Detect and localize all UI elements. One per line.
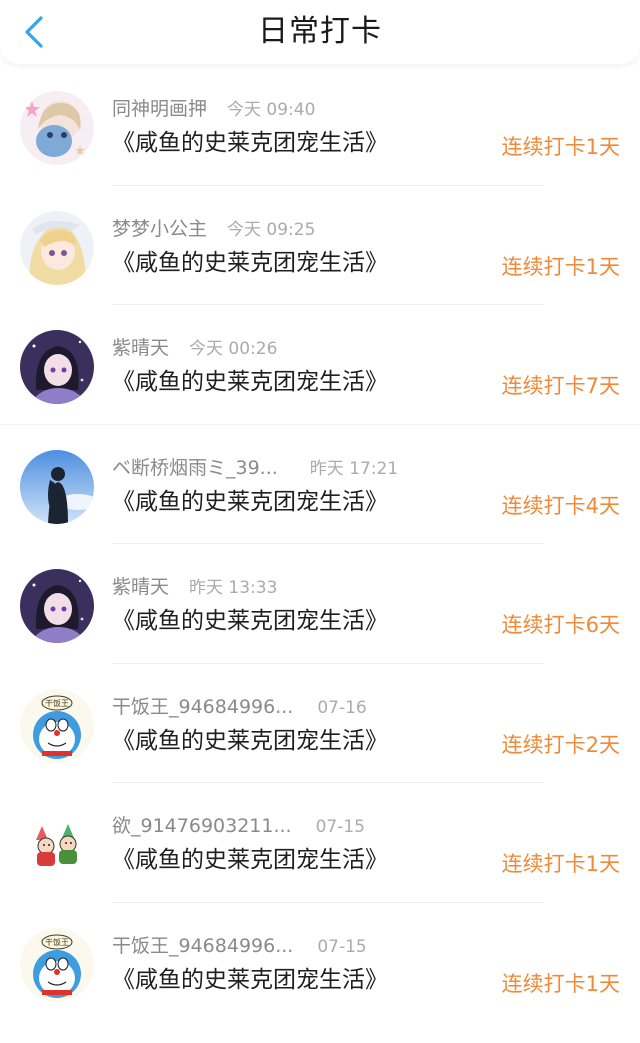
entry-meta: 梦梦小公主 今天 09:25 (112, 214, 315, 240)
user-name[interactable]: 紫晴天 (112, 333, 169, 360)
book-title[interactable]: 《咸鱼的史莱克团宠生活》 (112, 724, 388, 758)
entry-meta: 干饭王_94684996... 07-15 (112, 931, 367, 957)
svg-text:干饭王: 干饭王 (45, 698, 69, 708)
book-title[interactable]: 《咸鱼的史莱克团宠生活》 (112, 246, 388, 280)
checkin-time: 今天 09:25 (227, 219, 316, 240)
two-kids-cartoon-avatar[interactable] (20, 808, 94, 882)
anime-girl-stars-avatar[interactable] (20, 91, 94, 165)
blonde-anime-girl-avatar[interactable] (20, 210, 94, 285)
list-item[interactable]: 同神明画押 今天 09:40 《咸鱼的史莱克团宠生活》 连续打卡1天 (0, 66, 640, 186)
user-name[interactable]: ベ断桥烟雨ミ_39... (112, 453, 278, 480)
user-name[interactable]: 干饭王_94684996... (112, 692, 293, 719)
book-title[interactable]: 《咸鱼的史莱克团宠生活》 (112, 365, 388, 399)
streak-label: 连续打卡6天 (501, 613, 620, 637)
user-name[interactable]: 同神明画押 (112, 94, 207, 121)
entry-meta: ベ断桥烟雨ミ_39... 昨天 17:21 (112, 453, 398, 479)
checkin-list: 同神明画押 今天 09:40 《咸鱼的史莱克团宠生活》 连续打卡1天 梦梦小公主… (0, 66, 640, 1043)
entry-meta: 同神明画押 今天 09:40 (112, 94, 315, 120)
entry-meta: 干饭王_94684996... 07-16 (112, 692, 367, 718)
streak-label: 连续打卡1天 (501, 135, 620, 159)
book-title[interactable]: 《咸鱼的史莱克团宠生活》 (112, 126, 388, 160)
purple-anime-girl-avatar[interactable] (20, 330, 94, 404)
user-name[interactable]: 欲_91476903211... (112, 811, 292, 838)
top-nav-bar: 日常打卡 (0, 0, 640, 64)
entry-meta: 紫晴天 昨天 13:33 (112, 572, 277, 598)
streak-label: 连续打卡1天 (501, 852, 620, 876)
checkin-time: 昨天 17:21 (309, 458, 399, 479)
page-title: 日常打卡 (258, 14, 382, 49)
list-item[interactable]: 紫晴天 昨天 13:33 《咸鱼的史莱克团宠生活》 连续打卡6天 (0, 544, 640, 664)
purple-anime-girl-avatar[interactable] (20, 569, 94, 643)
doraemon-avatar[interactable]: 干饭王 (20, 927, 94, 1002)
streak-label: 连续打卡2天 (501, 732, 620, 757)
book-title[interactable]: 《咸鱼的史莱克团宠生活》 (112, 604, 388, 638)
checkin-time: 07-15 (315, 817, 365, 837)
list-item[interactable]: ベ断桥烟雨ミ_39... 昨天 17:21 《咸鱼的史莱克团宠生活》 连续打卡4… (0, 425, 640, 544)
streak-label: 连续打卡1天 (501, 254, 620, 279)
entry-meta: 紫晴天 今天 00:26 (112, 333, 277, 359)
list-item[interactable]: 干饭王 干饭王_94684996... 07-16 《咸鱼的史莱克团宠生活》 连… (0, 664, 640, 783)
streak-label: 连续打卡4天 (501, 493, 620, 518)
book-title[interactable]: 《咸鱼的史莱克团宠生活》 (112, 963, 388, 997)
svg-text:干饭王: 干饭王 (45, 937, 69, 947)
entry-meta: 欲_91476903211... 07-15 (112, 811, 365, 837)
checkin-time: 昨天 13:33 (189, 578, 278, 598)
streak-label: 连续打卡1天 (501, 971, 620, 996)
streak-label: 连续打卡7天 (501, 374, 620, 398)
list-item[interactable]: 紫晴天 今天 00:26 《咸鱼的史莱克团宠生活》 连续打卡7天 (0, 305, 640, 425)
book-title[interactable]: 《咸鱼的史莱克团宠生活》 (112, 485, 388, 519)
user-name[interactable]: 紫晴天 (112, 572, 169, 599)
checkin-time: 今天 00:26 (189, 339, 278, 359)
checkin-time: 07-15 (317, 936, 367, 957)
list-item[interactable]: 欲_91476903211... 07-15 《咸鱼的史莱克团宠生活》 连续打卡… (0, 783, 640, 903)
sky-silhouette-avatar[interactable] (20, 449, 94, 524)
checkin-time: 今天 09:40 (227, 100, 316, 120)
doraemon-avatar[interactable]: 干饭王 (20, 688, 94, 763)
user-name[interactable]: 干饭王_94684996... (112, 931, 293, 958)
user-name[interactable]: 梦梦小公主 (112, 214, 207, 241)
book-title[interactable]: 《咸鱼的史莱克团宠生活》 (112, 843, 388, 877)
list-item[interactable]: 梦梦小公主 今天 09:25 《咸鱼的史莱克团宠生活》 连续打卡1天 (0, 186, 640, 305)
checkin-time: 07-16 (317, 697, 367, 718)
